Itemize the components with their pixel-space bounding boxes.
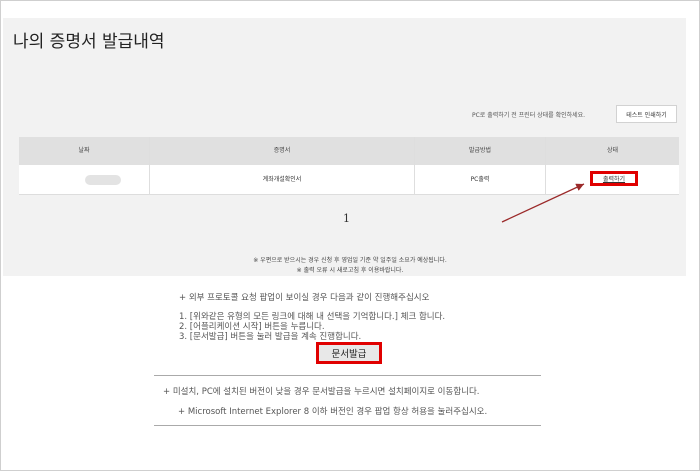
instructions-heading: + 외부 프로토콜 요청 팝업이 보이실 경우 다음과 같이 진행해주십시오 <box>179 293 430 303</box>
issue-document-button[interactable]: 문서발급 <box>316 342 382 364</box>
notice-text: ※ 우편으로 받으시는 경우 신청 후 영업일 기준 약 일주일 소요가 예상됩… <box>253 257 447 264</box>
pagination-current-page[interactable]: 1 <box>343 212 350 225</box>
divider <box>154 375 541 376</box>
divider <box>154 425 541 426</box>
annotation-arrow <box>501 183 585 223</box>
footer-note: + 미설치, PC에 설치된 버전이 낮을 경우 문서발급을 누르시면 설치페이… <box>163 387 480 397</box>
arrow-line <box>501 183 585 223</box>
instruction-step: 3. [문서발급] 버튼을 눌러 발급을 계속 진행합니다. <box>179 332 362 342</box>
footer-note: + Microsoft Internet Explorer 8 이하 버전인 경… <box>178 407 488 417</box>
notice-text: ※ 출력 오류 시 새로고침 후 이용바랍니다. <box>296 267 404 274</box>
